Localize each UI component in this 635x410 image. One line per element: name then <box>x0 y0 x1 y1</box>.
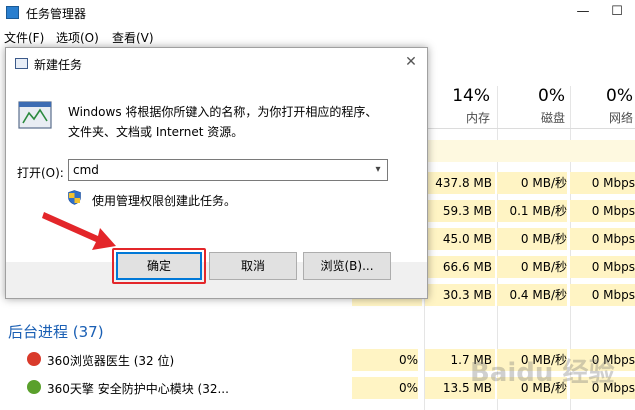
run-program-icon <box>18 101 52 129</box>
background-processes-section[interactable]: 后台进程 (37) <box>8 321 104 342</box>
annotation-arrow-icon <box>42 212 116 250</box>
app-icon <box>27 352 41 366</box>
disk-cell: 0.1 MB/秒 <box>497 200 567 222</box>
network-cell: 0 Mbps <box>570 228 635 250</box>
open-label: 打开(O): <box>17 166 64 180</box>
memory-cell: 66.6 MB <box>425 256 495 278</box>
disk-percent: 0% <box>538 86 565 106</box>
menu-view[interactable]: 查看(V) <box>112 29 154 46</box>
menu-options[interactable]: 选项(O) <box>56 29 99 46</box>
uac-shield-icon <box>68 190 81 205</box>
disk-cell: 0 MB/秒 <box>497 228 567 250</box>
ok-button[interactable]: 确定 <box>116 252 202 280</box>
admin-privileges-note: 使用管理权限创建此任务。 <box>92 194 237 208</box>
disk-cell: 0 MB/秒 <box>497 172 567 194</box>
network-cell: 0 Mbps <box>570 256 635 278</box>
network-cell: 0 Mbps <box>570 172 635 194</box>
browse-button[interactable]: 浏览(B)... <box>303 252 391 280</box>
app-icon <box>27 380 41 394</box>
network-cell: 0 Mbps <box>570 284 635 306</box>
cpu-cell: 0% <box>352 349 418 371</box>
dialog-description: Windows 将根据你所键入的名称，为你打开相应的程序、 <box>68 105 378 119</box>
cancel-button[interactable]: 取消 <box>209 252 297 280</box>
dialog-description: 文件夹、文档或 Internet 资源。 <box>68 125 244 139</box>
menu-file[interactable]: 文件(F) <box>4 29 44 46</box>
chevron-down-icon[interactable]: ▾ <box>370 160 386 180</box>
new-task-dialog: 新建任务 ✕ Windows 将根据你所键入的名称，为你打开相应的程序、 文件夹… <box>5 47 428 299</box>
cpu-cell: 0% <box>352 377 418 399</box>
minimize-button[interactable]: — <box>566 0 600 26</box>
disk-cell: 0.4 MB/秒 <box>497 284 567 306</box>
network-column-header[interactable]: 网络 <box>575 109 633 126</box>
memory-cell: 45.0 MB <box>425 228 495 250</box>
network-cell: 0 Mbps <box>570 200 635 222</box>
memory-cell: 437.8 MB <box>425 172 495 194</box>
memory-column-header[interactable]: 内存 <box>430 109 490 126</box>
taskmanager-app-icon <box>6 6 19 19</box>
disk-cell: 0 MB/秒 <box>497 256 567 278</box>
network-percent: 0% <box>606 86 633 106</box>
memory-cell: 59.3 MB <box>425 200 495 222</box>
window-icon <box>15 58 28 69</box>
memory-cell: 30.3 MB <box>425 284 495 306</box>
taskmanager-title: 任务管理器 <box>26 7 87 21</box>
process-name: 360浏览器医生 (32 位) <box>47 354 175 368</box>
disk-column-header[interactable]: 磁盘 <box>505 109 565 126</box>
dialog-title: 新建任务 <box>34 58 83 72</box>
memory-percent: 14% <box>452 86 490 106</box>
open-combo-input[interactable] <box>68 159 388 181</box>
watermark: Baidu 经验 <box>470 358 615 388</box>
maximize-button[interactable]: ☐ <box>600 0 634 26</box>
process-name: 360天擎 安全防护中心模块 (32... <box>47 382 229 396</box>
close-icon[interactable]: ✕ <box>401 52 421 72</box>
taskmanager-titlebar <box>0 0 635 26</box>
